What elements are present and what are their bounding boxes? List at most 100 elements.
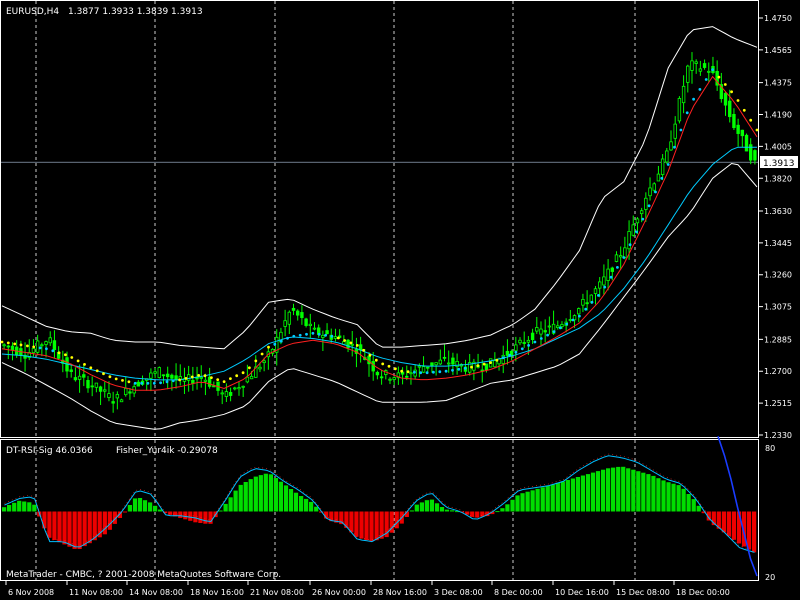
- ma-dot-91: [578, 314, 581, 318]
- candle-body-26: [111, 401, 115, 404]
- ma-dot-41: [260, 352, 264, 356]
- hist-bar-84: [424, 500, 430, 512]
- fisher-indicator-label: Fisher_Yur4ik -0.29078: [116, 446, 218, 456]
- ma-red-line: [1, 75, 758, 391]
- ma-dot-64: [406, 370, 410, 374]
- hist-bar-137: [691, 499, 696, 512]
- hist-bar-86: [434, 503, 440, 512]
- candle-body-90: [379, 376, 384, 379]
- candle-body-156: [656, 173, 661, 182]
- hist-bar-9: [47, 511, 52, 538]
- candle-body-142: [598, 281, 602, 289]
- upper-band-line: [1, 26, 758, 350]
- hist-bar-99: [500, 508, 505, 512]
- ma-dot-48: [305, 332, 308, 336]
- candle-body-174: [732, 113, 736, 129]
- ma-dot-99: [628, 243, 632, 247]
- price-tick-label-2: 1.4375: [764, 79, 792, 88]
- hist-bar-132: [666, 482, 671, 512]
- hist-bar-72: [364, 511, 369, 541]
- ma-dot-57: [362, 348, 365, 352]
- ma-dot-98: [622, 256, 626, 259]
- hist-bar-120: [606, 468, 611, 512]
- candle-body-74: [312, 327, 317, 330]
- hist-bar-51: [258, 475, 263, 512]
- candle-body-123: [518, 339, 522, 344]
- ma-dot-0: [0, 340, 4, 344]
- ma-dot-72: [457, 367, 461, 371]
- time-tick-label-10: 15 Dec 08:00: [616, 588, 670, 597]
- ma-dot-114: [723, 83, 727, 86]
- candle-body-79: [333, 336, 338, 339]
- ma-dot-61: [387, 364, 391, 368]
- time-tick-label-6: 28 Nov 16:00: [373, 588, 427, 597]
- ma-dot-9: [57, 351, 61, 355]
- hist-bar-30: [153, 505, 158, 512]
- ma-dot-96: [609, 275, 613, 279]
- hist-bar-20: [102, 511, 107, 535]
- hist-bar-85: [429, 499, 435, 512]
- candle-body-155: [652, 183, 656, 191]
- candle-body-141: [593, 288, 598, 294]
- hist-bar-106: [535, 488, 540, 512]
- candle-body-158: [665, 150, 669, 163]
- ma-dot-86: [546, 333, 549, 337]
- time-tick-label-8: 8 Dec 00:00: [494, 588, 543, 597]
- candle-body-73: [308, 323, 312, 327]
- ma-dot-10: [64, 353, 67, 357]
- hist-bar-131: [661, 480, 666, 512]
- hist-bar-8: [42, 511, 47, 529]
- ma-dot-49: [311, 331, 315, 335]
- candle-body-167: [702, 63, 707, 68]
- hist-bar-46: [233, 490, 238, 512]
- hist-bar-17: [87, 511, 92, 544]
- time-tick-label-1: 11 Nov 08:00: [69, 588, 123, 597]
- hist-bar-50: [253, 476, 258, 512]
- ma-dot-3: [19, 343, 23, 347]
- hist-bar-43: [218, 510, 223, 512]
- ma-dot-109: [692, 97, 695, 101]
- candle-body-153: [644, 197, 648, 210]
- ma-dot-71: [451, 368, 454, 372]
- hist-bar-55: [278, 481, 284, 512]
- ma-dot-58: [368, 353, 372, 357]
- ma-dot-95: [603, 285, 607, 289]
- hist-bar-123: [621, 466, 626, 512]
- candle-body-24: [103, 389, 107, 392]
- hist-bar-3: [17, 500, 22, 512]
- time-tick-label-3: 18 Nov 16:00: [190, 588, 244, 597]
- ma-dot-13: [83, 363, 86, 366]
- hist-bar-111: [560, 481, 565, 512]
- hist-bar-12: [62, 511, 67, 545]
- hist-bar-94: [475, 511, 480, 518]
- candle-body-125: [526, 339, 531, 343]
- ma-dot-116: [736, 99, 740, 102]
- candle-body-30: [128, 391, 132, 394]
- ma-dot-65: [413, 370, 416, 374]
- candle-body-88: [371, 361, 375, 372]
- ma-dot-6: [38, 346, 42, 350]
- price-tick-label-9: 1.3075: [764, 303, 792, 312]
- ma-dot-115: [730, 90, 733, 94]
- candle-body-71: [300, 312, 304, 318]
- time-tick-label-9: 10 Dec 16:00: [555, 588, 609, 597]
- hist-bar-122: [616, 466, 621, 512]
- candle-body-144: [606, 268, 610, 281]
- indicator-tick-label-0: 80: [765, 444, 775, 453]
- candle-body-10: [44, 341, 48, 345]
- ma-dot-56: [355, 344, 359, 347]
- ma-dot-105: [666, 163, 670, 166]
- ma-dot-94: [597, 294, 600, 297]
- candle-body-27: [115, 394, 120, 399]
- candle-body-135: [568, 319, 573, 321]
- ma-dot-54: [343, 339, 346, 342]
- candle-body-70: [296, 310, 300, 316]
- hist-bar-10: [52, 511, 57, 540]
- hist-bar-6: [32, 504, 37, 512]
- candle-body-150: [631, 224, 635, 236]
- ma-dot-119: [755, 128, 759, 132]
- hist-bar-70: [354, 511, 359, 537]
- indicator-plot: [2, 436, 758, 577]
- candle-body-72: [304, 318, 308, 326]
- ma-dot-83: [527, 344, 530, 347]
